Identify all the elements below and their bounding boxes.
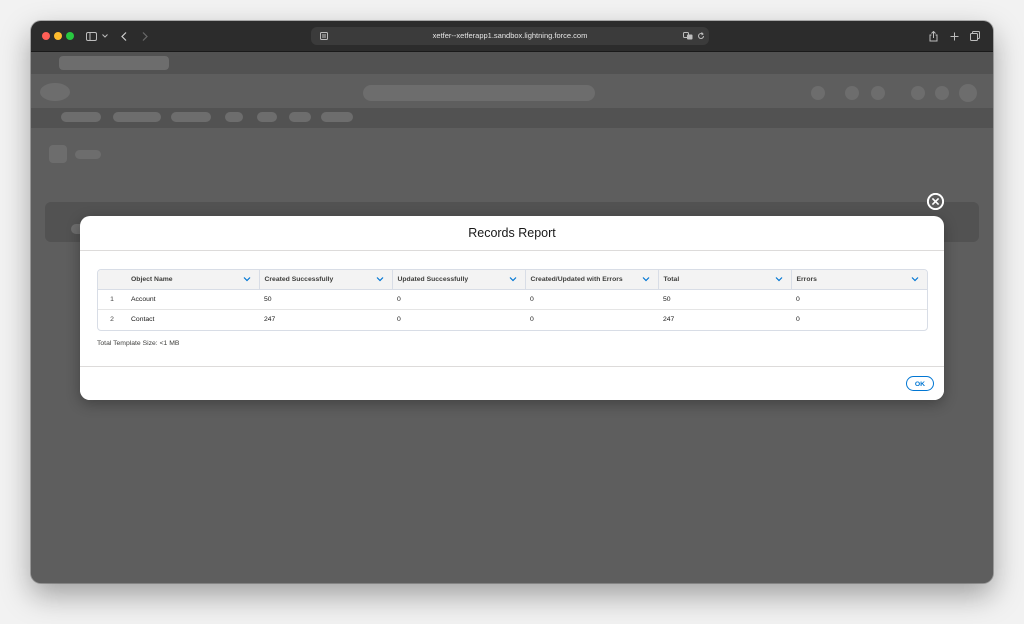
cell-created-updated-with-errors: 0 [530,316,534,323]
browser-titlebar: xetfer--xetferapp1.sandbox.lightning.for… [31,21,993,52]
column-header-label: Created Successfully [264,276,334,283]
tabs-overview-icon[interactable] [970,21,980,51]
chevron-down-icon[interactable] [102,21,108,51]
nav-item [289,112,311,122]
cell-errors: 0 [791,289,927,310]
column-header-label: Object Name [131,276,173,283]
translate-icon[interactable] [683,27,693,45]
zoom-window-button[interactable] [66,32,74,40]
close-icon [927,193,944,210]
records-report-modal: Records Report Object Name Created Succe… [80,216,944,400]
avatar [959,84,977,102]
modal-footer: OK [80,366,944,400]
share-icon[interactable] [929,21,938,51]
column-header-label: Total [663,276,680,283]
back-icon[interactable] [121,21,127,51]
modal-header: Records Report [80,216,944,251]
reload-icon[interactable] [697,27,705,45]
cell-created-updated-with-errors: 0 [525,289,658,310]
table-header-row: Object Name Created Successfully Updated… [98,270,927,290]
page-title [75,150,101,159]
column-header-label: Created/Updated with Errors [530,276,623,283]
cell-total: 247 [663,316,675,323]
cell-created-successfully: 247 [264,316,276,323]
chevron-down-icon[interactable] [376,275,384,283]
header-icon [845,86,859,100]
row-number: 1 [98,289,126,310]
header-icon [935,86,949,100]
row-number: 2 [110,316,114,323]
ok-button[interactable]: OK [906,376,934,391]
header-icon [811,86,825,100]
chevron-down-icon[interactable] [911,275,919,283]
column-header-created-updated-with-errors[interactable]: Created/Updated with Errors [525,270,659,290]
close-modal-button[interactable] [927,193,944,210]
chevron-down-icon[interactable] [775,275,783,283]
records-table: Object Name Created Successfully Updated… [97,269,928,331]
chevron-down-icon[interactable] [642,275,650,283]
cell-total: 50 [658,289,791,310]
cell-updated-successfully: 0 [397,316,401,323]
cell-object-name: Contact [131,316,155,323]
nav-item [171,112,211,122]
chevron-down-icon[interactable] [509,275,517,283]
nav-item [321,112,353,122]
app-tab [59,56,169,70]
page-icon [49,145,67,163]
column-header-label: Errors [796,276,817,283]
url-text[interactable]: xetfer--xetferapp1.sandbox.lightning.for… [311,27,709,45]
total-template-size: Total Template Size: <1 MB [97,340,180,347]
modal-body: Object Name Created Successfully Updated… [80,251,944,366]
column-header-total[interactable]: Total [658,270,792,290]
row-number-header [98,270,126,290]
header-icon [871,86,885,100]
modal-title: Records Report [468,226,556,240]
salesforce-logo [40,83,70,101]
cell-updated-successfully: 0 [392,289,525,310]
chevron-down-icon[interactable] [243,275,251,283]
column-header-label: Updated Successfully [397,276,469,283]
nav-item [61,112,101,122]
column-header-updated-successfully[interactable]: Updated Successfully [392,270,526,290]
minimize-window-button[interactable] [54,32,62,40]
table-row: 2 Contact 247 0 0 247 0 [98,310,927,330]
address-bar[interactable]: xetfer--xetferapp1.sandbox.lightning.for… [311,27,709,45]
close-window-button[interactable] [42,32,50,40]
nav-item [225,112,243,122]
table-row: 1 Account 50 0 0 50 0 [98,289,927,310]
nav-item [113,112,161,122]
global-search [363,85,595,101]
column-header-errors[interactable]: Errors [791,270,927,290]
cell-errors: 0 [796,316,800,323]
cell-created-successfully: 50 [259,289,392,310]
new-tab-icon[interactable] [950,21,959,51]
column-header-created-successfully[interactable]: Created Successfully [259,270,393,290]
nav-item [257,112,277,122]
forward-icon[interactable] [142,21,148,51]
column-header-object-name[interactable]: Object Name [126,270,260,290]
sidebar-icon[interactable] [86,21,97,51]
cell-object-name: Account [126,289,259,310]
header-icon [911,86,925,100]
app-tab-strip [31,52,993,74]
